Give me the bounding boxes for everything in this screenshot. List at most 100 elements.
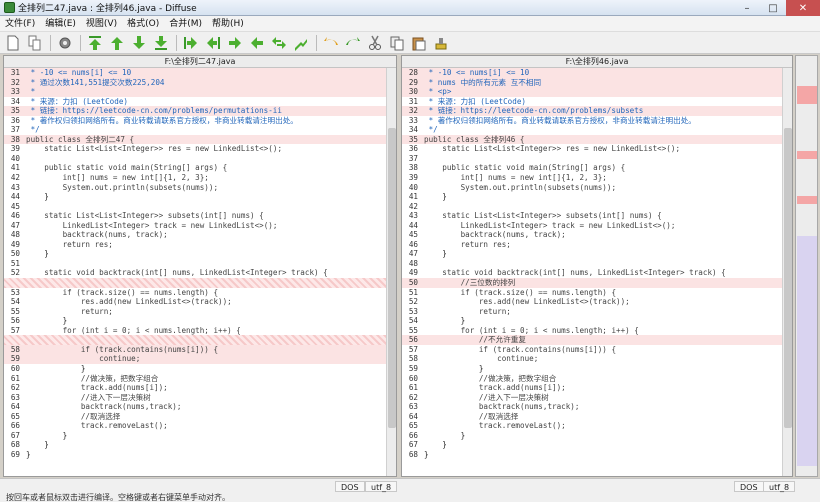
code-line[interactable]: 64 //取消选择	[402, 412, 782, 422]
redo-icon[interactable]	[344, 34, 362, 52]
code-line[interactable]: 62 //进入下一层决策树	[402, 393, 782, 403]
code-line[interactable]: 37 */	[4, 125, 386, 135]
code-line[interactable]: 64 backtrack(nums,track);	[4, 402, 386, 412]
settings-icon[interactable]	[56, 34, 74, 52]
code-line[interactable]: 65 //取消选择	[4, 412, 386, 422]
code-line[interactable]: 60 }	[4, 364, 386, 374]
code-line[interactable]: 33 * 著作权归领扣网络所有。商业转载请联系官方授权，非商业转载请注明出处。	[402, 116, 782, 126]
code-line[interactable]: 35 public class 全排列46 {	[402, 134, 782, 145]
code-line[interactable]: 49 return res;	[4, 240, 386, 250]
code-line[interactable]: 51 if (track.size() == nums.length) {	[402, 288, 782, 298]
next-difference-icon[interactable]	[130, 34, 148, 52]
code-line[interactable]: 63 backtrack(nums,track);	[402, 402, 782, 412]
code-line[interactable]: 54 res.add(new LinkedList<>(track));	[4, 297, 386, 307]
code-line[interactable]: 47 LinkedList<Integer> track = new Linke…	[4, 221, 386, 231]
clear-edits-icon[interactable]	[432, 34, 450, 52]
right-scroll-thumb[interactable]	[784, 128, 792, 428]
code-line[interactable]: 41 }	[402, 192, 782, 202]
code-line[interactable]: 60 //做决策，把数字组合	[402, 374, 782, 384]
code-line[interactable]: 65 track.removeLast();	[402, 421, 782, 431]
menu-help[interactable]: 帮助(H)	[207, 16, 249, 32]
code-line[interactable]: 51	[4, 259, 386, 269]
code-line[interactable]: 56 }	[4, 316, 386, 326]
right-file-pane[interactable]: F:\全排列46.java 28 * -10 <= nums[i] <= 10 2…	[401, 55, 793, 477]
last-difference-icon[interactable]	[152, 34, 170, 52]
code-line[interactable]: 54 }	[402, 316, 782, 326]
code-line[interactable]: 68}	[402, 450, 782, 460]
maximize-icon[interactable]: □	[760, 0, 786, 16]
code-line[interactable]: 58 continue;	[402, 354, 782, 364]
code-line[interactable]: 50 }	[4, 249, 386, 259]
code-line[interactable]: 31 * 来源：力扣 (LeetCode)	[402, 97, 782, 107]
code-line[interactable]: 59 }	[402, 364, 782, 374]
code-line[interactable]: 42	[402, 202, 782, 212]
right-code-view[interactable]: 28 * -10 <= nums[i] <= 10 29 * nums 中的所有元…	[402, 68, 782, 476]
code-line[interactable]: 44 LinkedList<Integer> track = new Linke…	[402, 221, 782, 231]
code-line[interactable]: 46 static List<List<Integer>> subsets(in…	[4, 211, 386, 221]
left-vertical-scrollbar[interactable]	[386, 68, 396, 476]
minimize-icon[interactable]: –	[734, 0, 760, 16]
code-line[interactable]: 35 * 链接：https://leetcode-cn.com/problems…	[4, 106, 386, 116]
code-line[interactable]: 34 * 来源：力扣 (LeetCode)	[4, 97, 386, 107]
left-file-pane[interactable]: F:\全排列二47.java 31 * -10 <= nums[i] <= 10…	[3, 55, 397, 477]
cut-icon[interactable]	[366, 34, 384, 52]
code-line[interactable]: 33 *	[4, 87, 386, 97]
code-line[interactable]: 39 static List<List<Integer>> res = new …	[4, 144, 386, 154]
arrow-right-icon[interactable]	[226, 34, 244, 52]
difference-overview-map[interactable]	[795, 55, 818, 477]
code-line[interactable]: 36 * 著作权归领扣网络所有。商业转载请联系官方授权，非商业转载请注明出处。	[4, 116, 386, 126]
code-line[interactable]: 67 }	[4, 431, 386, 441]
code-line[interactable]: 57 for (int i = 0; i < nums.length; i++)…	[4, 326, 386, 336]
code-line[interactable]: 61 //做决策，把数字组合	[4, 374, 386, 384]
code-line[interactable]: 67 }	[402, 440, 782, 450]
code-line[interactable]: 59 continue;	[4, 354, 386, 364]
menu-view[interactable]: 视图(V)	[81, 16, 122, 32]
code-line[interactable]: 32 * 链接：https://leetcode-cn.com/problems…	[402, 106, 782, 116]
code-line[interactable]: 45	[4, 202, 386, 212]
code-line[interactable]: 53 if (track.size() == nums.length) {	[4, 288, 386, 298]
copy-icon[interactable]	[388, 34, 406, 52]
code-line[interactable]: 66 }	[402, 431, 782, 441]
code-line[interactable]: 38 public class 全排列二47 {	[4, 134, 386, 145]
paste-icon[interactable]	[410, 34, 428, 52]
right-vertical-scrollbar[interactable]	[782, 68, 792, 476]
menu-edit[interactable]: 编辑(E)	[40, 16, 81, 32]
code-line[interactable]: 58 if (track.contains(nums[i])) {	[4, 344, 386, 355]
code-line[interactable]: 32 * 通过次数141,551提交次数225,204	[4, 77, 386, 88]
code-line[interactable]: 39 int[] nums = new int[]{1, 2, 3};	[402, 173, 782, 183]
new-file-icon[interactable]	[4, 34, 22, 52]
previous-difference-icon[interactable]	[108, 34, 126, 52]
code-line[interactable]: 41 public static void main(String[] args…	[4, 163, 386, 173]
code-line[interactable]: 38 public static void main(String[] args…	[402, 163, 782, 173]
code-line[interactable]: 53 return;	[402, 307, 782, 317]
code-line[interactable]: 28 * -10 <= nums[i] <= 10	[402, 68, 782, 78]
code-line[interactable]: 68 }	[4, 440, 386, 450]
code-line[interactable]: 61 track.add(nums[i]);	[402, 383, 782, 393]
code-line[interactable]: 69}	[4, 450, 386, 460]
swap-icon[interactable]	[270, 34, 288, 52]
copy-left-icon[interactable]	[204, 34, 222, 52]
left-code-view[interactable]: 31 * -10 <= nums[i] <= 10 32 * 通过次数141,55…	[4, 68, 386, 476]
code-line[interactable]: 52 static void backtrack(int[] nums, Lin…	[4, 268, 386, 278]
left-scroll-thumb[interactable]	[388, 128, 396, 428]
code-line[interactable]: 40 System.out.println(subsets(nums));	[402, 183, 782, 193]
first-difference-icon[interactable]	[86, 34, 104, 52]
code-line[interactable]: 45 backtrack(nums, track);	[402, 230, 782, 240]
code-line[interactable]: 57 if (track.contains(nums[i])) {	[402, 345, 782, 355]
merge-icon[interactable]	[292, 34, 310, 52]
close-icon[interactable]: ✕	[786, 0, 820, 16]
code-line[interactable]: 52 res.add(new LinkedList<>(track));	[402, 297, 782, 307]
code-line[interactable]: 62 track.add(nums[i]);	[4, 383, 386, 393]
code-line[interactable]: 40	[4, 154, 386, 164]
arrow-left-icon[interactable]	[248, 34, 266, 52]
code-line[interactable]: 48	[402, 259, 782, 269]
code-line[interactable]: 29 * nums 中的所有元素 互不相同	[402, 77, 782, 88]
code-line[interactable]	[4, 335, 386, 345]
code-line[interactable]: 55 for (int i = 0; i < nums.length; i++)…	[402, 326, 782, 336]
code-line[interactable]: 66 track.removeLast();	[4, 421, 386, 431]
code-line[interactable]: 46 return res;	[402, 240, 782, 250]
code-line[interactable]: 50 //三位数的排列	[402, 278, 782, 288]
code-line[interactable]: 30 * <p>	[402, 87, 782, 97]
code-line[interactable]: 49 static void backtrack(int[] nums, Lin…	[402, 268, 782, 278]
overview-viewport[interactable]	[797, 236, 807, 466]
